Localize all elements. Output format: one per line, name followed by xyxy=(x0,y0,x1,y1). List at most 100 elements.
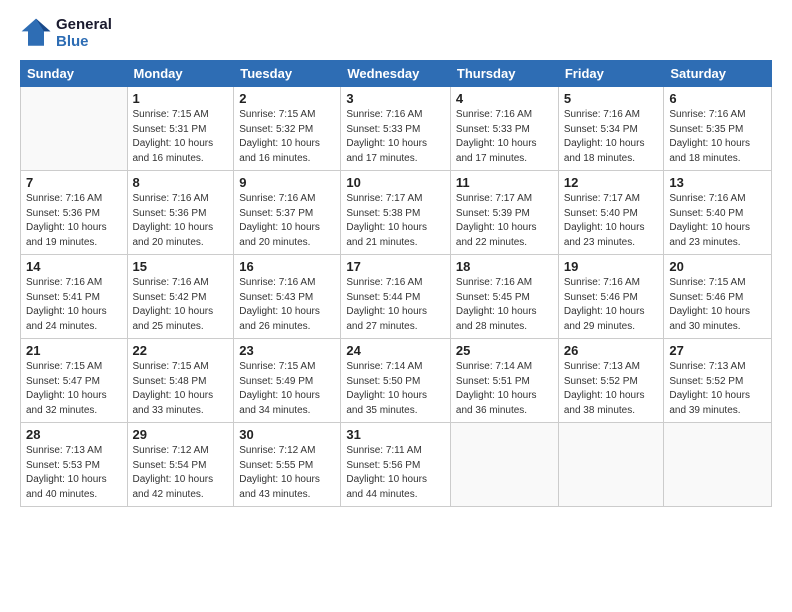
day-number: 23 xyxy=(239,343,335,358)
day-info: Sunrise: 7:17 AM Sunset: 5:38 PM Dayligh… xyxy=(346,192,445,250)
calendar-cell: 26 Sunrise: 7:13 AM Sunset: 5:52 PM Dayli… xyxy=(558,339,664,423)
day-info: Sunrise: 7:16 AM Sunset: 5:40 PM Dayligh… xyxy=(669,192,766,250)
calendar-cell: 13 Sunrise: 7:16 AM Sunset: 5:40 PM Dayli… xyxy=(664,171,772,255)
calendar-cell: 16 Sunrise: 7:16 AM Sunset: 5:43 PM Dayli… xyxy=(234,255,341,339)
day-number: 13 xyxy=(669,175,766,190)
weekday-header-saturday: Saturday xyxy=(664,61,772,87)
day-info: Sunrise: 7:12 AM Sunset: 5:55 PM Dayligh… xyxy=(239,444,335,502)
calendar-week-2: 7 Sunrise: 7:16 AM Sunset: 5:36 PM Daylig… xyxy=(21,171,772,255)
calendar-cell: 12 Sunrise: 7:17 AM Sunset: 5:40 PM Dayli… xyxy=(558,171,664,255)
calendar-cell: 9 Sunrise: 7:16 AM Sunset: 5:37 PM Daylig… xyxy=(234,171,341,255)
day-info: Sunrise: 7:13 AM Sunset: 5:52 PM Dayligh… xyxy=(669,360,766,418)
day-number: 29 xyxy=(133,427,229,442)
weekday-header-row: SundayMondayTuesdayWednesdayThursdayFrid… xyxy=(21,61,772,87)
day-info: Sunrise: 7:11 AM Sunset: 5:56 PM Dayligh… xyxy=(346,444,445,502)
day-info: Sunrise: 7:16 AM Sunset: 5:36 PM Dayligh… xyxy=(26,192,122,250)
calendar-cell: 21 Sunrise: 7:15 AM Sunset: 5:47 PM Dayli… xyxy=(21,339,128,423)
day-number: 2 xyxy=(239,91,335,106)
calendar-week-3: 14Sunrise: 7:16 AM Sunset: 5:41 PM Dayli… xyxy=(21,255,772,339)
day-number: 9 xyxy=(239,175,335,190)
day-number: 5 xyxy=(564,91,659,106)
day-info: Sunrise: 7:16 AM Sunset: 5:43 PM Dayligh… xyxy=(239,276,335,334)
day-info: Sunrise: 7:16 AM Sunset: 5:41 PM Dayligh… xyxy=(26,276,122,334)
day-info: Sunrise: 7:16 AM Sunset: 5:34 PM Dayligh… xyxy=(564,108,659,166)
calendar-cell: 8Sunrise: 7:16 AM Sunset: 5:36 PM Daylig… xyxy=(127,171,234,255)
logo-text: General Blue xyxy=(56,16,112,50)
day-number: 20 xyxy=(669,259,766,274)
day-info: Sunrise: 7:15 AM Sunset: 5:46 PM Dayligh… xyxy=(669,276,766,334)
day-number: 4 xyxy=(456,91,553,106)
calendar-cell: 11 Sunrise: 7:17 AM Sunset: 5:39 PM Dayli… xyxy=(450,171,558,255)
day-info: Sunrise: 7:16 AM Sunset: 5:44 PM Dayligh… xyxy=(346,276,445,334)
weekday-header-wednesday: Wednesday xyxy=(341,61,451,87)
day-info: Sunrise: 7:16 AM Sunset: 5:45 PM Dayligh… xyxy=(456,276,553,334)
day-number: 16 xyxy=(239,259,335,274)
calendar: SundayMondayTuesdayWednesdayThursdayFrid… xyxy=(20,60,772,507)
calendar-cell: 4 Sunrise: 7:16 AM Sunset: 5:33 PM Daylig… xyxy=(450,87,558,171)
day-number: 25 xyxy=(456,343,553,358)
calendar-cell: 28 Sunrise: 7:13 AM Sunset: 5:53 PM Dayli… xyxy=(21,423,128,507)
day-number: 3 xyxy=(346,91,445,106)
day-info: Sunrise: 7:14 AM Sunset: 5:51 PM Dayligh… xyxy=(456,360,553,418)
day-info: Sunrise: 7:12 AM Sunset: 5:54 PM Dayligh… xyxy=(133,444,229,502)
day-info: Sunrise: 7:16 AM Sunset: 5:33 PM Dayligh… xyxy=(456,108,553,166)
day-number: 11 xyxy=(456,175,553,190)
calendar-week-5: 28 Sunrise: 7:13 AM Sunset: 5:53 PM Dayli… xyxy=(21,423,772,507)
day-info: Sunrise: 7:17 AM Sunset: 5:39 PM Dayligh… xyxy=(456,192,553,250)
calendar-cell: 19 Sunrise: 7:16 AM Sunset: 5:46 PM Dayli… xyxy=(558,255,664,339)
day-number: 22 xyxy=(133,343,229,358)
calendar-cell: 10 Sunrise: 7:17 AM Sunset: 5:38 PM Dayli… xyxy=(341,171,451,255)
calendar-cell: 30 Sunrise: 7:12 AM Sunset: 5:55 PM Dayli… xyxy=(234,423,341,507)
day-info: Sunrise: 7:17 AM Sunset: 5:40 PM Dayligh… xyxy=(564,192,659,250)
day-number: 19 xyxy=(564,259,659,274)
calendar-cell: 6Sunrise: 7:16 AM Sunset: 5:35 PM Daylig… xyxy=(664,87,772,171)
day-number: 7 xyxy=(26,175,122,190)
day-info: Sunrise: 7:16 AM Sunset: 5:37 PM Dayligh… xyxy=(239,192,335,250)
day-info: Sunrise: 7:15 AM Sunset: 5:31 PM Dayligh… xyxy=(133,108,229,166)
calendar-cell: 18 Sunrise: 7:16 AM Sunset: 5:45 PM Dayli… xyxy=(450,255,558,339)
day-info: Sunrise: 7:13 AM Sunset: 5:52 PM Dayligh… xyxy=(564,360,659,418)
day-number: 17 xyxy=(346,259,445,274)
calendar-cell xyxy=(664,423,772,507)
calendar-cell: 22 Sunrise: 7:15 AM Sunset: 5:48 PM Dayli… xyxy=(127,339,234,423)
day-info: Sunrise: 7:15 AM Sunset: 5:47 PM Dayligh… xyxy=(26,360,122,418)
calendar-cell: 7 Sunrise: 7:16 AM Sunset: 5:36 PM Daylig… xyxy=(21,171,128,255)
calendar-cell: 1 Sunrise: 7:15 AM Sunset: 5:31 PM Daylig… xyxy=(127,87,234,171)
day-info: Sunrise: 7:13 AM Sunset: 5:53 PM Dayligh… xyxy=(26,444,122,502)
calendar-cell: 31Sunrise: 7:11 AM Sunset: 5:56 PM Dayli… xyxy=(341,423,451,507)
page: General Blue SundayMondayTuesdayWednesda… xyxy=(0,0,792,517)
calendar-cell xyxy=(558,423,664,507)
weekday-header-friday: Friday xyxy=(558,61,664,87)
day-number: 6 xyxy=(669,91,766,106)
day-info: Sunrise: 7:16 AM Sunset: 5:46 PM Dayligh… xyxy=(564,276,659,334)
day-number: 26 xyxy=(564,343,659,358)
logo-icon xyxy=(20,17,52,49)
weekday-header-monday: Monday xyxy=(127,61,234,87)
calendar-cell: 15 Sunrise: 7:16 AM Sunset: 5:42 PM Dayli… xyxy=(127,255,234,339)
day-info: Sunrise: 7:16 AM Sunset: 5:33 PM Dayligh… xyxy=(346,108,445,166)
day-info: Sunrise: 7:15 AM Sunset: 5:48 PM Dayligh… xyxy=(133,360,229,418)
day-number: 21 xyxy=(26,343,122,358)
day-number: 24 xyxy=(346,343,445,358)
day-info: Sunrise: 7:15 AM Sunset: 5:49 PM Dayligh… xyxy=(239,360,335,418)
calendar-cell: 25 Sunrise: 7:14 AM Sunset: 5:51 PM Dayli… xyxy=(450,339,558,423)
calendar-cell: 20 Sunrise: 7:15 AM Sunset: 5:46 PM Dayli… xyxy=(664,255,772,339)
day-number: 18 xyxy=(456,259,553,274)
logo: General Blue xyxy=(20,16,112,50)
header: General Blue xyxy=(20,16,772,50)
day-number: 30 xyxy=(239,427,335,442)
calendar-week-1: 1 Sunrise: 7:15 AM Sunset: 5:31 PM Daylig… xyxy=(21,87,772,171)
day-number: 12 xyxy=(564,175,659,190)
day-info: Sunrise: 7:14 AM Sunset: 5:50 PM Dayligh… xyxy=(346,360,445,418)
day-number: 10 xyxy=(346,175,445,190)
day-number: 28 xyxy=(26,427,122,442)
day-number: 1 xyxy=(133,91,229,106)
calendar-cell: 5 Sunrise: 7:16 AM Sunset: 5:34 PM Daylig… xyxy=(558,87,664,171)
day-info: Sunrise: 7:16 AM Sunset: 5:42 PM Dayligh… xyxy=(133,276,229,334)
calendar-cell: 3 Sunrise: 7:16 AM Sunset: 5:33 PM Daylig… xyxy=(341,87,451,171)
calendar-cell xyxy=(21,87,128,171)
calendar-cell: 17 Sunrise: 7:16 AM Sunset: 5:44 PM Dayli… xyxy=(341,255,451,339)
day-number: 15 xyxy=(133,259,229,274)
day-info: Sunrise: 7:16 AM Sunset: 5:36 PM Dayligh… xyxy=(133,192,229,250)
calendar-cell: 14Sunrise: 7:16 AM Sunset: 5:41 PM Dayli… xyxy=(21,255,128,339)
